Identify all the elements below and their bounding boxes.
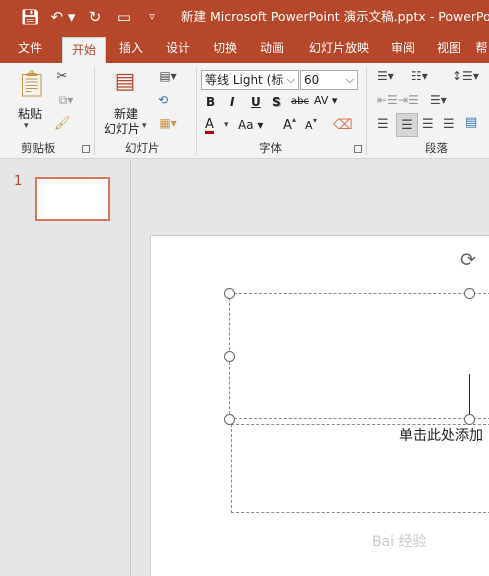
tab-file[interactable]: 文件	[8, 34, 52, 63]
clipboard-group-label: 剪贴板	[21, 141, 56, 155]
reset-icon[interactable]: ⟲	[154, 93, 172, 107]
resize-handle-left[interactable]	[224, 351, 235, 362]
paste-button[interactable]: 粘贴	[18, 105, 42, 122]
bullets-icon[interactable]: ☰▾	[377, 69, 394, 83]
char-spacing-button[interactable]: AV ▾	[314, 94, 337, 107]
font-name-value: 等线 Light (标	[205, 73, 284, 87]
clear-formatting-icon[interactable]: ⌫	[333, 117, 353, 133]
underline-button[interactable]: U	[251, 95, 261, 109]
font-group-label: 字体	[259, 141, 282, 155]
justify-icon[interactable]: ☰	[443, 117, 455, 132]
copy-icon[interactable]: ⧉▾	[54, 93, 78, 108]
distributed-icon[interactable]: ▤	[465, 115, 477, 130]
font-size-combo[interactable]: 60 ⌵	[300, 70, 358, 90]
font-color-dropdown-icon[interactable]: ▾	[224, 120, 229, 130]
resize-handle-top[interactable]	[464, 288, 475, 299]
line-spacing-icon[interactable]: ↕☰▾	[452, 69, 479, 83]
columns-icon[interactable]: ☰▾	[430, 93, 447, 107]
tab-view[interactable]: 视图	[428, 34, 470, 63]
tab-insert[interactable]: 插入	[110, 34, 152, 63]
subtitle-placeholder-text[interactable]: 单击此处添加	[399, 425, 483, 445]
align-left-icon[interactable]: ☰	[377, 117, 389, 132]
font-color-button[interactable]: A	[205, 118, 214, 134]
clipboard-launcher-icon[interactable]	[82, 145, 90, 153]
format-painter-icon[interactable]: 🖌︎	[54, 116, 71, 131]
divider	[94, 67, 95, 155]
tab-review[interactable]: 审阅	[383, 34, 423, 63]
rotate-handle-icon[interactable]: ⟳	[460, 249, 476, 271]
text-cursor	[469, 374, 470, 415]
window-title: 新建 Microsoft PowerPoint 演示文稿.pptx - Powe…	[181, 9, 489, 24]
tab-home[interactable]: 开始	[62, 37, 106, 63]
char-spacing-label: AV	[314, 94, 329, 107]
strikethrough-button[interactable]: abc	[291, 96, 309, 107]
ribbon: 📋︎ 粘贴 ▾ ✂ ⧉▾ 🖌︎ 剪贴板 ▤ 新建 幻灯片 ▾ ▤▾ ⟲ ▦▾ 幻…	[0, 63, 489, 159]
chevron-down-icon: ⌵	[345, 73, 354, 86]
tab-help[interactable]: 帮	[474, 34, 489, 63]
title-bar: 💾︎ ↶ ▾ ↻ ▭ ▿ 新建 Microsoft PowerPoint 演示文…	[0, 0, 489, 34]
paste-icon[interactable]: 📋︎	[15, 69, 48, 99]
increase-indent-icon[interactable]: ⇥☰	[398, 93, 419, 107]
new-slide-button[interactable]: 幻灯片	[104, 120, 140, 137]
paste-dropdown-icon[interactable]: ▾	[24, 121, 29, 131]
grow-arrow-icon: ▴	[292, 115, 297, 124]
new-slide-dropdown-icon[interactable]: ▾	[142, 121, 147, 131]
redo-icon[interactable]: ↻	[84, 0, 106, 34]
change-case-button[interactable]: Aa ▾	[238, 118, 263, 132]
tab-slideshow[interactable]: 幻灯片放映	[300, 34, 378, 63]
presentation-icon[interactable]: ▭	[113, 0, 135, 34]
ribbon-tabs: 文件 开始 插入 设计 切换 动画 幻灯片放映 审阅 视图 帮	[0, 34, 489, 63]
italic-button[interactable]: I	[230, 95, 234, 109]
font-launcher-icon[interactable]	[354, 145, 362, 153]
shadow-button[interactable]: S	[272, 95, 281, 109]
slide-thumbnail-pane	[0, 160, 131, 576]
tab-animations[interactable]: 动画	[251, 34, 293, 63]
font-size-value: 60	[304, 73, 320, 87]
save-icon[interactable]: 💾︎	[18, 0, 42, 34]
section-icon[interactable]: ▦▾	[154, 116, 182, 130]
align-right-icon[interactable]: ☰	[422, 117, 434, 132]
align-center-icon[interactable]: ☰	[396, 113, 418, 137]
divider	[196, 67, 197, 155]
watermark: Bai 经验	[372, 534, 427, 550]
resize-handle-bottom-left[interactable]	[224, 414, 235, 425]
resize-handle-top-left[interactable]	[224, 288, 235, 299]
customize-icon[interactable]: ▿	[143, 0, 161, 34]
shrink-font-button[interactable]: A	[305, 119, 313, 132]
divider	[366, 67, 367, 155]
paragraph-group-label: 段落	[425, 141, 448, 155]
decrease-indent-icon[interactable]: ⇤☰	[377, 93, 398, 107]
shrink-arrow-icon: ▾	[313, 116, 318, 125]
grow-font-button[interactable]: A	[283, 118, 292, 133]
slides-group-label: 幻灯片	[125, 141, 160, 155]
bold-button[interactable]: B	[206, 95, 215, 109]
slide-number: 1	[14, 174, 23, 189]
change-case-label: Aa	[238, 118, 254, 132]
cut-icon[interactable]: ✂	[54, 69, 70, 84]
tab-design[interactable]: 设计	[157, 34, 199, 63]
undo-icon[interactable]: ↶ ▾	[50, 0, 76, 34]
resize-handle-bottom[interactable]	[464, 414, 475, 425]
slide-thumbnail[interactable]	[35, 177, 110, 221]
chevron-down-icon: ⌵	[286, 73, 295, 86]
title-placeholder[interactable]	[229, 293, 489, 419]
font-name-combo[interactable]: 等线 Light (标 ⌵	[201, 70, 299, 90]
numbering-icon[interactable]: ☷▾	[411, 69, 428, 83]
tab-transitions[interactable]: 切换	[204, 34, 246, 63]
new-slide-icon[interactable]: ▤	[110, 69, 140, 94]
layout-icon[interactable]: ▤▾	[154, 69, 182, 83]
